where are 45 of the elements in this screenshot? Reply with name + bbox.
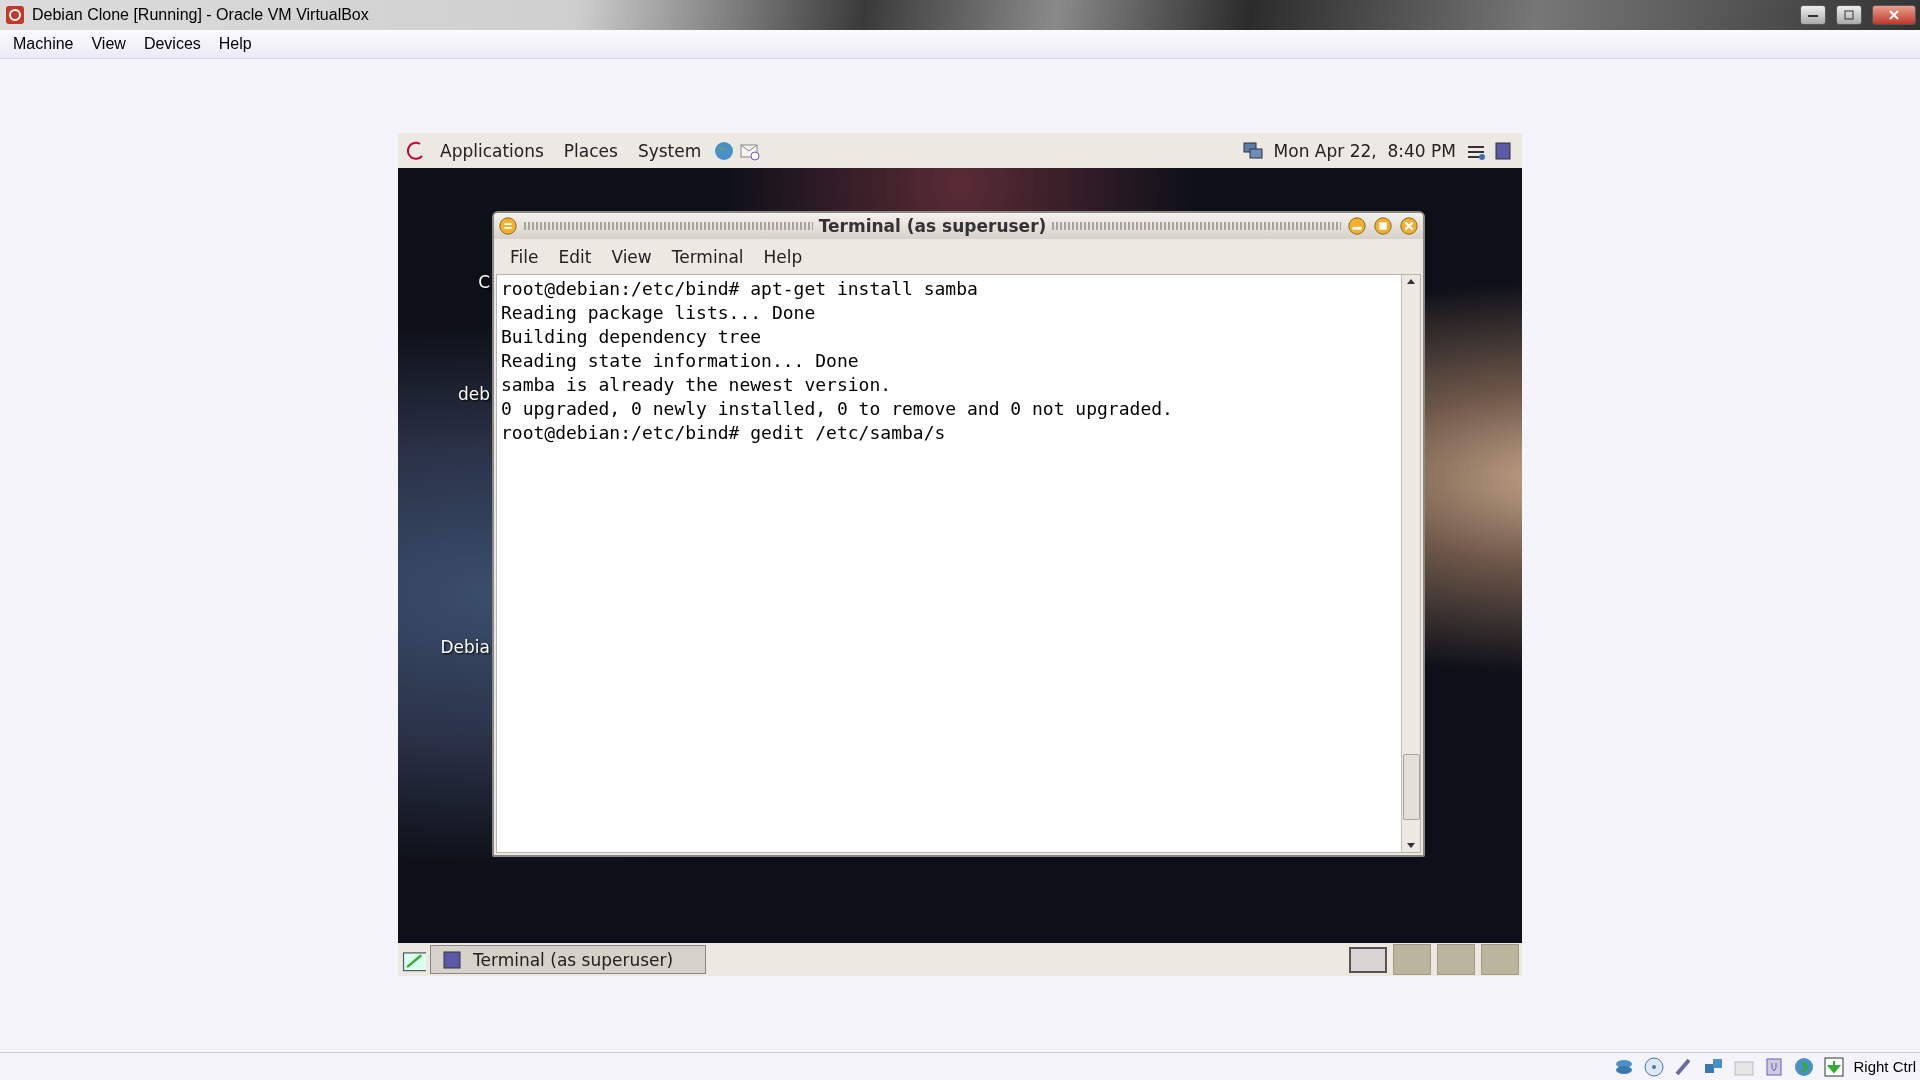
title-grip[interactable] [1052,222,1341,230]
panel-menu[interactable]: Applications [432,140,552,161]
desktop-icon-label[interactable]: C [478,272,490,292]
restore-button[interactable] [1836,5,1862,25]
terminal-line: samba is already the newest version. [501,373,893,397]
terminal-line: root@debian:/etc/bind# apt-get install samba [501,277,979,301]
terminal-line: Reading package lists... Done [501,301,817,325]
menu-item[interactable]: File [502,246,547,267]
globe-icon[interactable] [713,139,736,162]
panel-menu[interactable]: Places [555,140,626,161]
minimize-icon [1808,13,1818,17]
scrollbar[interactable] [1401,275,1420,852]
minimize-button[interactable] [1800,5,1826,25]
workspace[interactable] [1349,946,1387,973]
menu-item[interactable]: Help [755,246,811,267]
title-grip[interactable] [524,222,813,230]
window-menu-icon[interactable] [498,216,518,236]
menu-item[interactable]: Machine [4,35,83,53]
network-icon [1241,139,1264,162]
panel-menu[interactable]: System [629,140,710,161]
disc-icon [1643,1055,1666,1078]
menu-item[interactable]: Edit [550,246,600,267]
menu-item[interactable]: View [603,246,660,267]
terminal-line: Building dependency tree [501,325,763,349]
terminal-line: root@debian:/etc/bind# gedit /etc/samba/s [501,421,947,445]
menu-item[interactable]: Devices [134,35,210,53]
app-icon [4,4,26,26]
host-key-label: Right Ctrl [1853,1058,1916,1075]
clock[interactable]: Mon Apr 22, 8:40 PM [1267,140,1462,161]
menu-item[interactable]: Help [209,35,261,53]
desktop-icon-label[interactable]: deb [457,384,490,404]
terminal-title: Terminal (as superuser) [818,216,1047,236]
close-icon [1889,10,1899,20]
close-button[interactable] [1399,216,1419,236]
menu-item[interactable]: View [82,35,135,53]
taskbar-button[interactable]: Terminal (as superuser) [430,945,706,974]
window-title: Debian Clone [Running] - Oracle VM VirtualBox [32,6,370,24]
desktop-icon-label[interactable]: Debia [440,637,490,657]
restore-icon [1844,10,1854,20]
menu-item[interactable]: Terminal [663,246,752,267]
terminal-line: 0 upgraded, 0 newly installed, 0 to remove and 0 not upgraded. [501,397,1174,421]
close-button[interactable] [1872,5,1916,25]
scroll-thumb[interactable] [1402,754,1420,820]
terminal-line: Reading state information... Done [501,349,860,373]
maximize-button[interactable] [1373,216,1393,236]
